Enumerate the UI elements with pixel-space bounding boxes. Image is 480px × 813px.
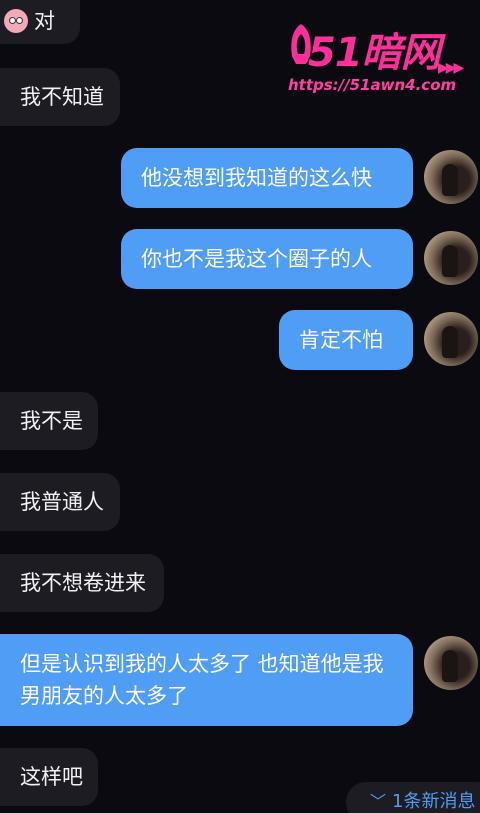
message-incoming[interactable]: 这样吧 [0,748,98,806]
avatar-figure [442,326,458,358]
chat-screen: 对 我不知道 他没想到我知道的这么快 你也不是我这个圈子的人 肯定不怕 我不是 … [0,0,480,813]
message-incoming[interactable]: 我不是 [0,392,98,450]
message-outgoing[interactable]: 他没想到我知道的这么快 [121,148,413,208]
message-text: 我不想卷进来 [20,571,146,595]
message-text: 肯定不怕 [299,328,383,352]
message-outgoing[interactable]: 肯定不怕 [279,310,413,370]
avatar-figure [442,245,458,277]
message-outgoing[interactable]: 但是认识到我的人太多了 也知道他是我男朋友的人太多了 [0,634,413,726]
emoji-icon [4,9,28,33]
watermark-title: 51暗网 [308,30,441,76]
avatar[interactable] [424,231,478,285]
watermark-arrows: ▶▶▶ [438,60,464,76]
watermark-logo: 51暗网 ▶▶▶ https://51awn4.com [288,20,474,102]
avatar-figure [442,650,458,682]
avatar[interactable] [424,312,478,366]
avatar[interactable] [424,150,478,204]
message-text: 我普通人 [20,490,104,514]
message-incoming[interactable]: 对 [0,0,80,44]
message-incoming[interactable]: 我不想卷进来 [0,554,164,612]
message-incoming[interactable]: 我普通人 [0,473,120,531]
message-text: 我不知道 [20,85,104,109]
message-text: 但是认识到我的人太多了 也知道他是我男朋友的人太多了 [20,652,384,708]
message-text: 你也不是我这个圈子的人 [141,247,372,271]
message-outgoing[interactable]: 你也不是我这个圈子的人 [121,229,413,289]
message-incoming[interactable]: 我不知道 [0,68,120,126]
new-messages-button[interactable]: ﹀ 1条新消息 [346,782,480,813]
chevron-down-icon: ﹀ [370,792,387,811]
avatar-figure [442,164,458,196]
message-text: 对 [34,9,55,33]
avatar[interactable] [424,636,478,690]
message-text: 我不是 [20,409,83,433]
watermark-url: https://51awn4.com [288,76,457,94]
message-text: 他没想到我知道的这么快 [141,166,372,190]
new-messages-label: 1条新消息 [392,791,476,812]
message-text: 这样吧 [20,765,83,789]
